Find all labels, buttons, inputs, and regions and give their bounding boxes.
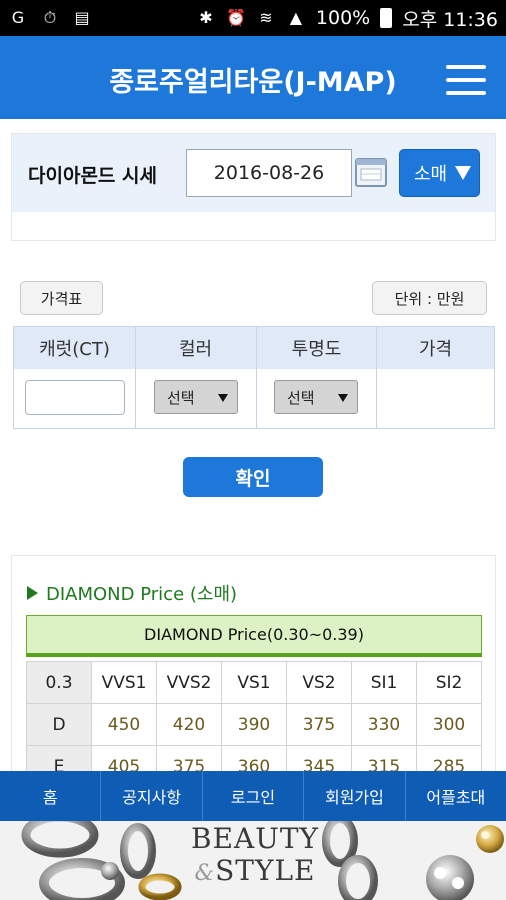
color-select[interactable]: 선택 [154, 380, 238, 414]
wifi-icon: ≋ [259, 8, 273, 27]
table-cell: VS2 [286, 661, 352, 704]
header-carat: 캐럿(CT) [39, 339, 110, 360]
table-cell: VVS2 [156, 661, 222, 704]
header-clarity: 투명도 [291, 339, 342, 360]
price-result [378, 369, 494, 428]
table-cell: 420 [156, 703, 222, 746]
clock: 오후 11:36 [402, 8, 498, 31]
dropdown-arrow-icon [218, 394, 228, 402]
table-cell: SI1 [351, 661, 417, 704]
battery-percent: 100% [315, 7, 371, 29]
play-arrow-icon [27, 586, 38, 600]
table-cell: VVS1 [91, 661, 157, 704]
alarm-icon: ⏱ [43, 8, 57, 27]
retail-type-dropdown[interactable]: 소매 [399, 149, 480, 197]
header-price: 가격 [418, 339, 453, 360]
table-cell: 300 [416, 703, 482, 746]
table-cell: D [26, 703, 92, 746]
app-screen: G ⏱ ▤ ✱ ⏰ ≋ ▲ 100% 오후 11:36 종로주얼리타운(J-MA… [0, 0, 506, 900]
carat-input[interactable] [25, 380, 125, 415]
date-panel: 다이아몬드 시세 2016-08-26 소매 [11, 133, 496, 241]
nav-invite[interactable]: 어플초대 [406, 771, 506, 821]
clarity-select[interactable]: 선택 [274, 380, 358, 414]
banner-ampersand: & [194, 861, 216, 886]
price-heading-text: DIAMOND Price (소매) [46, 584, 238, 605]
date-field[interactable]: 2016-08-26 [186, 149, 352, 197]
nav-signup[interactable]: 회원가입 [304, 771, 406, 821]
price-table-title: DIAMOND Price(0.30~0.39) [26, 615, 482, 657]
search-table-header: 캐럿(CT) 컬러 투명도 가격 [14, 327, 494, 369]
table-row: 0.3 VVS1 VVS2 VS1 VS2 SI1 SI2 [26, 661, 482, 704]
alarm-clock-icon: ⏰ [225, 8, 246, 27]
header-color: 컬러 [178, 339, 213, 360]
unit-button[interactable]: 단위 : 만원 [372, 281, 487, 315]
bottom-nav: 홈 공지사항 로그인 회원가입 어플초대 [0, 771, 506, 821]
diamond-price-label: 다이아몬드 시세 [28, 165, 157, 187]
clarity-select-label: 선택 [287, 388, 315, 407]
app-header: 종로주얼리타운(J-MAP) [0, 36, 506, 119]
dropdown-arrow-icon [455, 166, 471, 180]
column-divider [256, 327, 257, 428]
banner-line-style: &STYLE [170, 855, 340, 890]
date-strip: 다이아몬드 시세 2016-08-26 소매 [12, 134, 495, 212]
diamond-price-panel: DIAMOND Price (소매) DIAMOND Price(0.30~0.… [11, 555, 496, 788]
color-select-label: 선택 [167, 388, 195, 407]
app-title: 종로주얼리타운(J-MAP) [109, 67, 397, 98]
column-divider [376, 327, 377, 428]
bluetooth-icon: ✱ [199, 8, 213, 27]
confirm-button[interactable]: 확인 [183, 457, 323, 497]
banner-line-beauty: BEAUTY [191, 822, 319, 855]
sim-icon: ▤ [74, 8, 90, 27]
nav-login[interactable]: 로그인 [203, 771, 305, 821]
g-app-icon: G [11, 8, 25, 27]
table-cell: 330 [351, 703, 417, 746]
dropdown-arrow-icon [338, 394, 348, 402]
price-heading: DIAMOND Price (소매) [27, 580, 237, 606]
banner-text: BEAUTY &STYLE [170, 823, 340, 890]
table-row: D 450 420 390 375 330 300 [26, 703, 482, 746]
column-divider [135, 327, 136, 428]
status-bar: G ⏱ ▤ ✱ ⏰ ≋ ▲ 100% 오후 11:36 [0, 0, 506, 36]
ad-banner[interactable]: BEAUTY &STYLE [0, 821, 506, 900]
hamburger-menu-icon[interactable] [446, 65, 486, 95]
table-cell: 390 [221, 703, 287, 746]
table-cell: 450 [91, 703, 157, 746]
calendar-icon[interactable] [353, 154, 389, 190]
banner-line-style-text: STYLE [215, 854, 316, 887]
table-cell: VS1 [221, 661, 287, 704]
nav-notice[interactable]: 공지사항 [101, 771, 203, 821]
retail-type-label: 소매 [414, 164, 448, 185]
signal-icon: ▲ [289, 8, 303, 27]
nav-home[interactable]: 홈 [0, 771, 102, 821]
table-cell: 0.3 [26, 661, 92, 704]
price-table: 0.3 VVS1 VVS2 VS1 VS2 SI1 SI2 D 450 420 … [26, 661, 482, 788]
table-cell: 375 [286, 703, 352, 746]
price-table-button[interactable]: 가격표 [20, 281, 103, 315]
battery-icon [380, 8, 393, 28]
table-cell: SI2 [416, 661, 482, 704]
search-table: 캐럿(CT) 컬러 투명도 가격 선택 선택 [13, 326, 495, 429]
